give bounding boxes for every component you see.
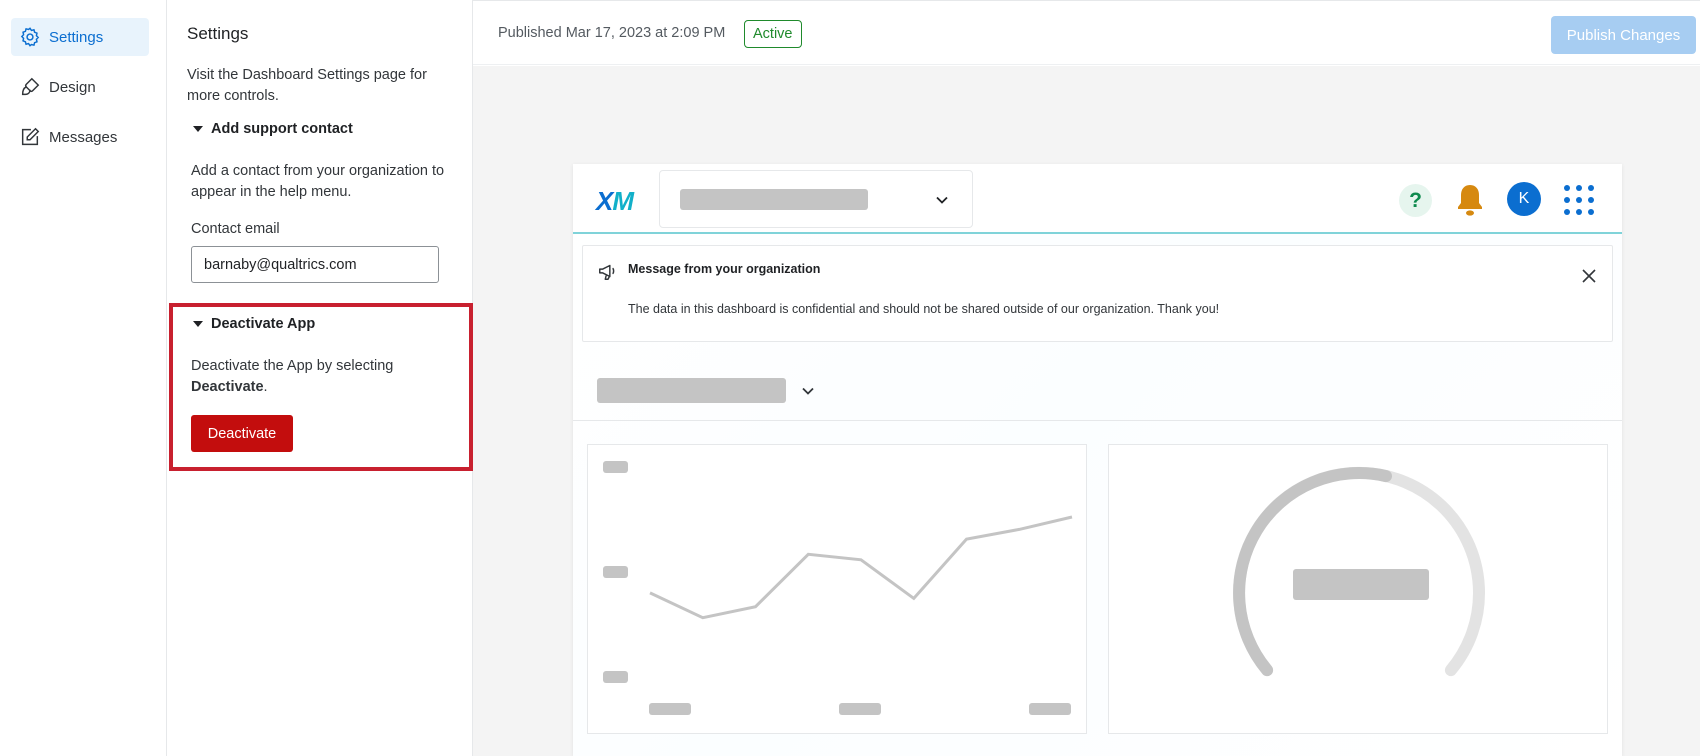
- line-chart-placeholder: [603, 461, 1073, 715]
- message-title: Message from your organization: [628, 262, 821, 276]
- axis-placeholder: [603, 671, 628, 683]
- placeholder-bar: [680, 189, 868, 210]
- trend-line: [649, 515, 1073, 620]
- support-description: Add a contact from your organization to …: [191, 163, 445, 200]
- add-support-contact-toggle[interactable]: Add support contact: [193, 121, 353, 137]
- edit-icon: [19, 126, 41, 148]
- caret-down-icon: [193, 126, 203, 132]
- left-nav: Settings Design Messages: [0, 0, 167, 756]
- help-icon[interactable]: ?: [1399, 184, 1432, 217]
- avatar[interactable]: K: [1507, 182, 1541, 216]
- bell-icon[interactable]: [1453, 182, 1487, 218]
- message-body: The data in this dashboard is confidenti…: [628, 302, 1220, 316]
- published-timestamp: Published Mar 17, 2023 at 2:09 PM: [498, 25, 726, 41]
- nav-item-label: Messages: [49, 128, 118, 146]
- status-badge: Active: [744, 20, 802, 48]
- nav-item-settings[interactable]: Settings: [11, 18, 149, 56]
- dashboard-preview: XM ? K Message from your organization Th…: [573, 164, 1622, 756]
- gauge-widget: [1108, 444, 1608, 734]
- chevron-down-icon[interactable]: [801, 384, 815, 398]
- axis-placeholder: [603, 566, 628, 578]
- publish-changes-button[interactable]: Publish Changes: [1551, 16, 1696, 54]
- deactivate-description: Deactivate the App by selecting Deactiva…: [191, 356, 451, 398]
- panel-title: Settings: [187, 24, 249, 43]
- axis-placeholder: [603, 461, 628, 473]
- axis-placeholder: [649, 703, 691, 715]
- section-heading: Deactivate App: [211, 316, 316, 332]
- close-icon[interactable]: [1579, 266, 1599, 286]
- preview-header: XM ? K: [573, 164, 1622, 234]
- nav-item-label: Design: [49, 78, 96, 96]
- megaphone-icon: [599, 264, 615, 280]
- contact-email-label: Contact email: [191, 221, 280, 237]
- filter-placeholder-bar: [597, 378, 786, 403]
- line-chart-widget: [587, 444, 1087, 734]
- nav-item-label: Settings: [49, 28, 104, 46]
- app-grid-icon[interactable]: [1562, 184, 1596, 216]
- nav-item-design[interactable]: Design: [11, 68, 149, 106]
- chevron-down-icon: [936, 196, 948, 204]
- gauge-placeholder: [1233, 466, 1485, 677]
- deactivate-text-prefix: Deactivate the App by selecting: [191, 358, 394, 374]
- contact-email-field[interactable]: [191, 246, 439, 283]
- deactivate-app-toggle[interactable]: Deactivate App: [193, 316, 315, 332]
- top-bar: Published Mar 17, 2023 at 2:09 PM Active…: [473, 0, 1700, 65]
- caret-down-icon: [193, 321, 203, 327]
- brush-icon: [19, 76, 41, 98]
- deactivate-button[interactable]: Deactivate: [191, 415, 293, 452]
- axis-placeholder: [839, 703, 881, 715]
- deactivate-text-bold: Deactivate: [191, 379, 264, 395]
- section-heading: Add support contact: [211, 121, 353, 137]
- gear-icon: [19, 26, 41, 48]
- xm-logo: XM: [596, 186, 634, 216]
- deactivate-text-suffix: .: [263, 379, 268, 395]
- filter-row: [573, 360, 1622, 421]
- gauge-value-placeholder: [1293, 569, 1429, 600]
- dashboard-select[interactable]: [659, 170, 973, 228]
- panel-description: Visit the Dashboard Settings page for mo…: [187, 67, 427, 104]
- axis-placeholder: [1029, 703, 1071, 715]
- organization-message: Message from your organization The data …: [582, 245, 1613, 342]
- nav-item-messages[interactable]: Messages: [11, 118, 149, 156]
